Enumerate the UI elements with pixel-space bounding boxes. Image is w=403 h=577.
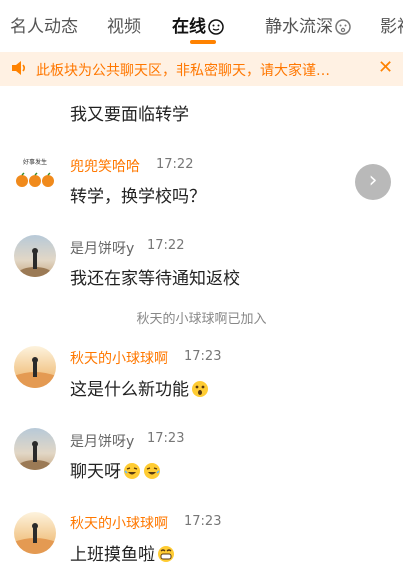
sender-name[interactable]: 兜兜笑哈哈 bbox=[70, 156, 140, 176]
close-icon[interactable]: ✕ bbox=[378, 58, 393, 78]
tab-movies[interactable]: 影视 bbox=[380, 12, 403, 37]
sad-face-icon bbox=[335, 19, 351, 35]
grinning-emoji-icon bbox=[158, 546, 174, 562]
tab-celebrity-news[interactable]: 名人动态 bbox=[10, 12, 78, 37]
laughing-emoji-icon bbox=[124, 463, 140, 479]
notice-text: 此板块为公共聊天区，非私密聊天，请大家谨… bbox=[36, 63, 330, 79]
silhouette-avatar-image bbox=[19, 441, 51, 470]
message-time: 17:23 bbox=[184, 514, 222, 529]
message-text: 我又要面临转学 bbox=[70, 105, 189, 125]
desert-avatar-image bbox=[14, 357, 56, 388]
tab-still-water[interactable]: 静水流深 bbox=[265, 12, 351, 37]
silhouette-avatar-image bbox=[19, 248, 51, 277]
tab-still-water-label: 静水流深 bbox=[265, 17, 333, 37]
sender-name[interactable]: 秋天的小球球啊 bbox=[70, 348, 168, 368]
tab-video[interactable]: 视频 bbox=[107, 12, 141, 37]
message-time: 17:22 bbox=[156, 157, 194, 172]
message-text: 转学，换学校吗？ bbox=[70, 187, 206, 207]
message-text: 我还在家等待通知返校 bbox=[70, 269, 240, 289]
channel-tabs: 名人动态 视频 在线 静水流深 影视 bbox=[0, 0, 403, 48]
message-text-content: 上班摸鱼啦 bbox=[70, 545, 155, 565]
speaker-icon bbox=[12, 61, 26, 75]
chevron-right-icon[interactable]: › bbox=[355, 164, 391, 200]
message-time: 17:23 bbox=[184, 349, 222, 364]
tab-online-label: 在线 bbox=[172, 17, 206, 37]
message-text: 上班摸鱼啦 bbox=[70, 540, 175, 565]
sender-name[interactable]: 是月饼呀y bbox=[70, 238, 134, 258]
avatar[interactable]: 好事发生 bbox=[14, 153, 56, 195]
message-time: 17:22 bbox=[147, 238, 185, 253]
laughing-emoji-icon bbox=[144, 463, 160, 479]
avatar[interactable] bbox=[14, 235, 56, 277]
sender-name[interactable]: 秋天的小球球啊 bbox=[70, 513, 168, 533]
sender-name[interactable]: 是月饼呀y bbox=[70, 431, 134, 451]
tab-online[interactable]: 在线 bbox=[172, 12, 224, 37]
avatar[interactable] bbox=[14, 346, 56, 388]
avatar[interactable] bbox=[14, 512, 56, 554]
public-chat-notice: 此板块为公共聊天区，非私密聊天，请大家谨… ✕ bbox=[0, 52, 403, 86]
message-text-content: 聊天呀 bbox=[70, 462, 121, 482]
surprised-emoji-icon bbox=[192, 381, 208, 397]
smiley-face-icon bbox=[208, 19, 224, 35]
message-time: 17:23 bbox=[147, 431, 185, 446]
avatar-caption: 好事发生 bbox=[23, 158, 47, 166]
oranges-avatar-image: 好事发生 bbox=[16, 158, 54, 187]
message-text-content: 这是什么新功能 bbox=[70, 380, 189, 400]
active-tab-indicator bbox=[190, 40, 216, 44]
avatar[interactable] bbox=[14, 428, 56, 470]
system-join-message: 秋天的小球球啊已加入 bbox=[136, 312, 267, 327]
message-text: 这是什么新功能 bbox=[70, 375, 209, 400]
desert-avatar-image bbox=[14, 523, 56, 554]
message-text: 聊天呀 bbox=[70, 457, 161, 482]
